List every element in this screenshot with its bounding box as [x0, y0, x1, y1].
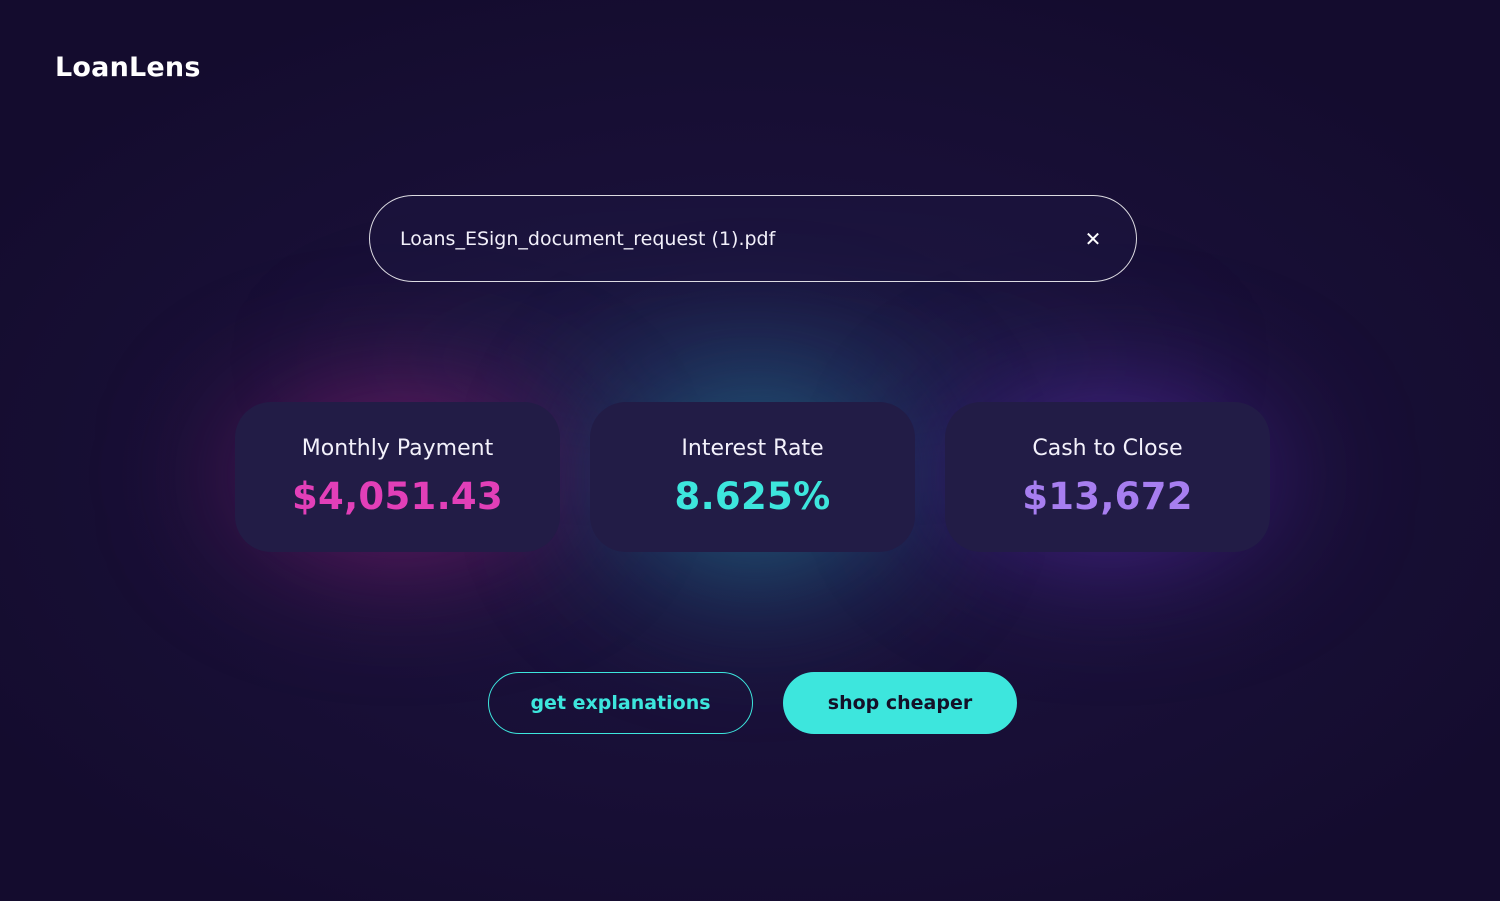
close-icon[interactable]: ✕ [1082, 227, 1104, 251]
interest-rate-value: 8.625% [674, 475, 831, 518]
interest-rate-label: Interest Rate [681, 436, 824, 461]
shop-cheaper-button[interactable]: shop cheaper [783, 672, 1017, 734]
monthly-payment-value: $4,051.43 [291, 475, 504, 518]
uploaded-file-field[interactable]: Loans_ESign_document_request (1).pdf ✕ [369, 195, 1137, 282]
get-explanations-button[interactable]: get explanations [488, 672, 753, 734]
cash-to-close-value: $13,672 [1022, 475, 1193, 518]
cash-to-close-label: Cash to Close [1032, 436, 1183, 461]
interest-rate-card: Interest Rate 8.625% [590, 402, 915, 552]
page: LoanLens Loans_ESign_document_request (1… [0, 0, 1500, 901]
cash-to-close-card: Cash to Close $13,672 [945, 402, 1270, 552]
app-logo[interactable]: LoanLens [55, 52, 201, 83]
monthly-payment-label: Monthly Payment [301, 436, 494, 461]
file-name: Loans_ESign_document_request (1).pdf [400, 227, 776, 250]
monthly-payment-card: Monthly Payment $4,051.43 [235, 402, 560, 552]
